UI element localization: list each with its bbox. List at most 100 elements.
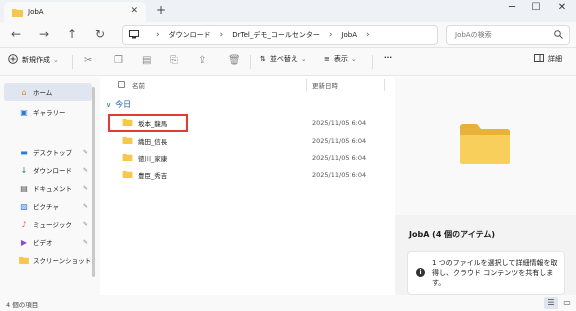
folder-icon — [122, 170, 133, 178]
chevron-right-icon: › — [219, 30, 224, 40]
large-icons-view-icon[interactable]: ▭ — [560, 297, 574, 309]
item-count: 4 個の項目 — [6, 301, 39, 309]
pin-icon: ✎ — [82, 148, 88, 156]
folder-icon — [18, 256, 30, 265]
file-date: 2025/11/05 6:04 — [312, 118, 367, 127]
sidebar-item-downloads[interactable]: ↓ ダウンロード ✎ — [4, 161, 92, 179]
rename-icon[interactable]: ⎘ — [170, 55, 178, 66]
view-button[interactable]: ≡ 表示 ⌄ — [324, 54, 357, 64]
sidebar-item-label: スクリーンショット — [33, 257, 92, 265]
sidebar-item-screenshots[interactable]: スクリーンショット — [4, 251, 92, 269]
up-button[interactable]: ↑ — [64, 27, 80, 41]
search-input[interactable]: JobAの検索 — [446, 25, 570, 45]
new-tab-button[interactable]: + — [156, 3, 166, 17]
videos-icon: ▶ — [20, 237, 28, 247]
status-bar: 4 個の項目 ☰ ▭ — [0, 295, 576, 311]
computer-icon — [129, 29, 139, 41]
title-bar: JobA ✕ + ─ ☐ ✕ — [0, 0, 576, 22]
breadcrumb-joba[interactable]: JobA — [341, 31, 357, 39]
pictures-icon: ▨ — [20, 201, 28, 211]
new-label: 新規作成 — [22, 56, 50, 64]
cut-icon[interactable]: ✂ — [84, 55, 92, 66]
documents-icon: ▤ — [20, 183, 28, 193]
select-all-checkbox[interactable] — [118, 81, 125, 88]
group-header-today[interactable]: ∨ 今日 — [106, 99, 131, 110]
chevron-down-icon: ∨ — [106, 100, 112, 109]
divider — [72, 55, 73, 69]
list-item[interactable]: 豊臣_秀吉 2025/11/05 6:04 — [108, 166, 378, 183]
info-message: i 1 つのファイルを選択して詳細情報を取得し、クラウド コンテンツを共有します… — [407, 251, 565, 295]
file-date: 2025/11/05 6:04 — [312, 136, 367, 145]
view-label: 表示 — [333, 55, 348, 63]
music-icon: ♪ — [21, 219, 27, 229]
search-icon — [554, 29, 563, 41]
highlight-box — [108, 114, 188, 132]
sidebar-item-pictures[interactable]: ▨ ピクチャ ✎ — [4, 197, 92, 215]
share-icon[interactable]: ⇪ — [198, 55, 206, 66]
close-window-button[interactable]: ✕ — [552, 2, 572, 13]
chevron-down-icon: ⌄ — [53, 56, 59, 64]
sidebar-item-gallery[interactable]: ▣ ギャラリー — [4, 103, 92, 121]
paste-icon[interactable]: ▤ — [142, 55, 151, 66]
pin-icon: ✎ — [82, 166, 88, 174]
sidebar-item-home[interactable]: ⌂ ホーム — [4, 83, 92, 101]
desktop-icon: ▬ — [20, 147, 28, 157]
sidebar-item-desktop[interactable]: ▬ デスクトップ ✎ — [4, 143, 92, 161]
download-icon: ↓ — [20, 165, 28, 175]
new-button[interactable]: 新規作成 ⌄ — [8, 54, 59, 66]
tab-joba[interactable]: JobA ✕ — [4, 2, 146, 22]
folder-icon — [122, 136, 133, 144]
sidebar-item-label: ギャラリー — [33, 109, 66, 117]
sidebar-item-label: ミュージック — [33, 221, 72, 229]
sort-icon: ⇅ — [260, 55, 266, 63]
sort-button[interactable]: ⇅ 並べ替え ⌄ — [260, 54, 307, 64]
details-pane-icon — [534, 54, 544, 64]
file-date: 2025/11/05 6:04 — [312, 153, 367, 162]
sort-label: 並べ替え — [269, 55, 298, 63]
sidebar-scrollbar[interactable] — [92, 87, 95, 277]
plus-icon — [8, 54, 18, 66]
more-options-button[interactable]: ··· — [384, 54, 392, 62]
gallery-icon: ▣ — [20, 107, 28, 117]
tab-title: JobA — [28, 8, 44, 16]
sidebar-item-music[interactable]: ♪ ミュージック ✎ — [4, 215, 92, 233]
search-placeholder: JobAの検索 — [455, 31, 492, 39]
home-icon: ⌂ — [21, 87, 27, 97]
maximize-button[interactable]: ☐ — [526, 2, 546, 13]
file-name: 豊臣_秀吉 — [138, 171, 168, 180]
address-row: ← → ↑ ↻ › ダウンロード › DrTel_デモ_コールセンター › Jo… — [0, 22, 576, 48]
details-view-icon[interactable]: ☰ — [544, 297, 558, 309]
refresh-button[interactable]: ↻ — [92, 27, 108, 41]
sidebar-item-videos[interactable]: ▶ ビデオ ✎ — [4, 233, 92, 251]
chevron-right-icon: › — [156, 30, 160, 40]
address-bar[interactable]: › ダウンロード › DrTel_デモ_コールセンター › JobA › — [122, 25, 438, 45]
list-item[interactable]: 織田_信長 2025/11/05 6:04 — [108, 132, 378, 149]
minimize-button[interactable]: ─ — [502, 2, 522, 13]
file-name: 徳川_家康 — [138, 154, 168, 163]
large-folder-icon — [459, 123, 511, 167]
file-list: 名前 更新日時 ∨ 今日 坂本_龍馬 2025/11/05 6:04 織田_信長… — [100, 77, 395, 295]
breadcrumb-drtel[interactable]: DrTel_デモ_コールセンター — [232, 30, 320, 40]
forward-button[interactable]: → — [36, 27, 52, 41]
command-bar: 新規作成 ⌄ ✂ ❐ ▤ ⎘ ⇪ 🗑 ⇅ 並べ替え ⌄ ≡ 表示 ⌄ ··· 詳… — [0, 48, 576, 76]
details-pane: JobA (4 個のアイテム) i 1 つのファイルを選択して詳細情報を取得し、… — [395, 77, 576, 295]
navigation-pane: ⌂ ホーム ▣ ギャラリー ▬ デスクトップ ✎ ↓ ダウンロード ✎ ▤ ドキ… — [0, 77, 100, 295]
chevron-down-icon: ⌄ — [350, 55, 357, 63]
breadcrumb-download[interactable]: ダウンロード — [169, 30, 211, 40]
sidebar-item-documents[interactable]: ▤ ドキュメント ✎ — [4, 179, 92, 197]
back-button[interactable]: ← — [8, 27, 24, 41]
close-tab-icon[interactable]: ✕ — [130, 6, 138, 16]
pin-icon: ✎ — [82, 220, 88, 228]
details-button[interactable]: 詳細 — [534, 54, 562, 64]
column-header-name[interactable]: 名前 — [132, 80, 145, 90]
column-header-date[interactable]: 更新日時 — [312, 80, 338, 90]
list-item[interactable]: 徳川_家康 2025/11/05 6:04 — [108, 149, 378, 166]
column-divider — [384, 79, 385, 91]
sidebar-item-label: デスクトップ — [33, 149, 72, 157]
divider — [372, 55, 373, 69]
sidebar-item-label: ダウンロード — [33, 167, 72, 175]
details-label: 詳細 — [548, 55, 562, 63]
info-text: 1 つのファイルを選択して詳細情報を取得し、クラウド コンテンツを共有します。 — [432, 259, 558, 287]
copy-icon[interactable]: ❐ — [114, 55, 123, 66]
delete-icon[interactable]: 🗑 — [228, 55, 241, 66]
